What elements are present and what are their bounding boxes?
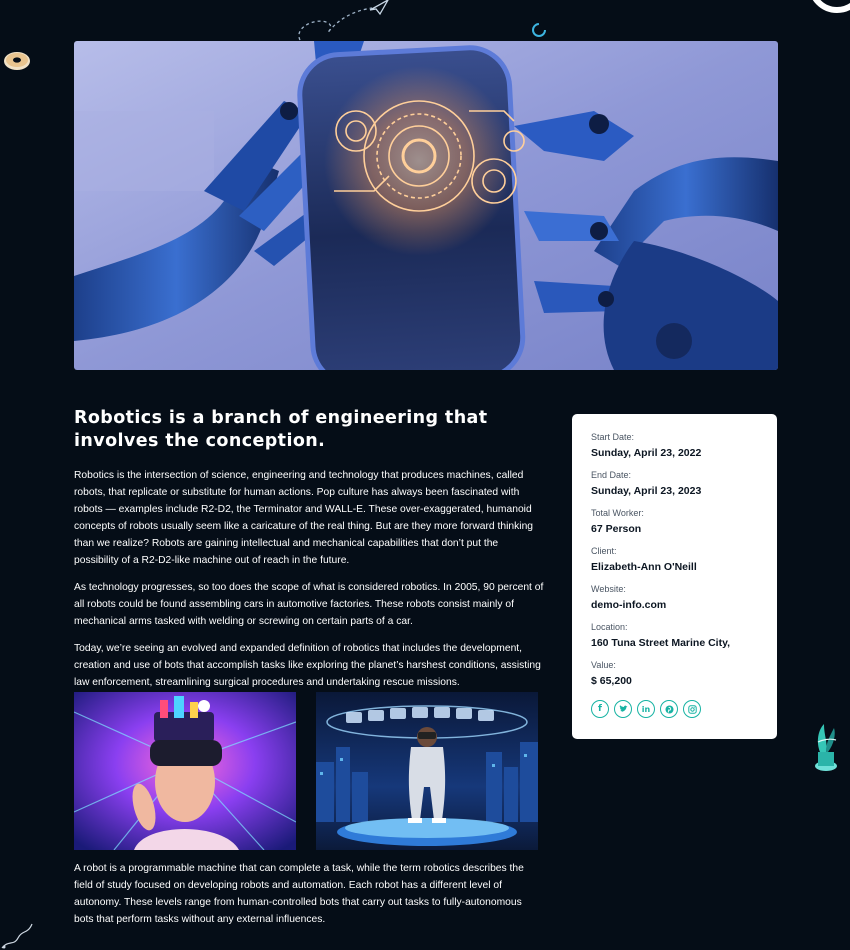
start-date-value: Sunday, April 23, 2022 — [591, 447, 702, 459]
page: Robotics is a branch of engineering that… — [0, 0, 850, 950]
plant-decoration — [815, 724, 837, 771]
article-closing: A robot is a programmable machine that c… — [74, 860, 540, 928]
value-amount: $ 65,200 — [591, 675, 632, 687]
squiggle-decoration — [1, 923, 33, 949]
location-row: Location: 160 Tuna Street Marine City, — [591, 621, 758, 650]
website-value[interactable]: demo-info.com — [591, 598, 758, 612]
article-title: Robotics is a branch of engineering that… — [74, 408, 488, 451]
image-gallery — [74, 692, 540, 850]
donut-decoration — [4, 52, 30, 70]
location-label: Location: — [591, 622, 628, 632]
total-worker-label: Total Worker: — [591, 508, 644, 518]
social-links: f in — [591, 700, 758, 718]
end-date-label: End Date: — [591, 470, 632, 480]
value-label: Value: — [591, 660, 616, 670]
vr-man-city-image — [316, 692, 538, 850]
article: Robotics is a branch of engineering that… — [74, 407, 544, 701]
closing-paragraph: A robot is a programmable machine that c… — [74, 863, 524, 925]
paper-plane-decoration — [298, 0, 389, 41]
total-worker-row: Total Worker: 67 Person — [591, 507, 758, 536]
total-worker-value: 67 Person — [591, 523, 642, 535]
start-date-label: Start Date: — [591, 432, 635, 442]
instagram-icon[interactable] — [683, 700, 701, 718]
article-paragraph-1: Robotics is the intersection of science,… — [74, 470, 534, 566]
start-date-row: Start Date: Sunday, April 23, 2022 — [591, 431, 758, 460]
end-date-row: End Date: Sunday, April 23, 2023 — [591, 469, 758, 498]
client-row: Client: Elizabeth-Ann O'Neill — [591, 545, 758, 574]
vr-woman-image — [74, 692, 296, 850]
project-info-card: Start Date: Sunday, April 23, 2022 End D… — [572, 414, 777, 739]
client-value: Elizabeth-Ann O'Neill — [591, 561, 697, 573]
pinterest-icon[interactable] — [660, 700, 678, 718]
spinner-ring-decoration — [532, 23, 546, 37]
facebook-icon[interactable]: f — [591, 700, 609, 718]
twitter-icon[interactable] — [614, 700, 632, 718]
location-value: 160 Tuna Street Marine City, — [591, 637, 731, 649]
article-paragraph-3: Today, we’re seeing an evolved and expan… — [74, 643, 541, 688]
circle-decoration — [812, 0, 850, 13]
linkedin-icon[interactable]: in — [637, 700, 655, 718]
end-date-value: Sunday, April 23, 2023 — [591, 485, 702, 497]
website-label: Website: — [591, 584, 626, 594]
article-paragraph-2: As technology progresses, so too does th… — [74, 582, 544, 627]
value-row: Value: $ 65,200 — [591, 659, 758, 688]
website-row: Website: demo-info.com — [591, 583, 758, 612]
client-label: Client: — [591, 546, 617, 556]
hero-robot-hands-image — [74, 41, 778, 370]
